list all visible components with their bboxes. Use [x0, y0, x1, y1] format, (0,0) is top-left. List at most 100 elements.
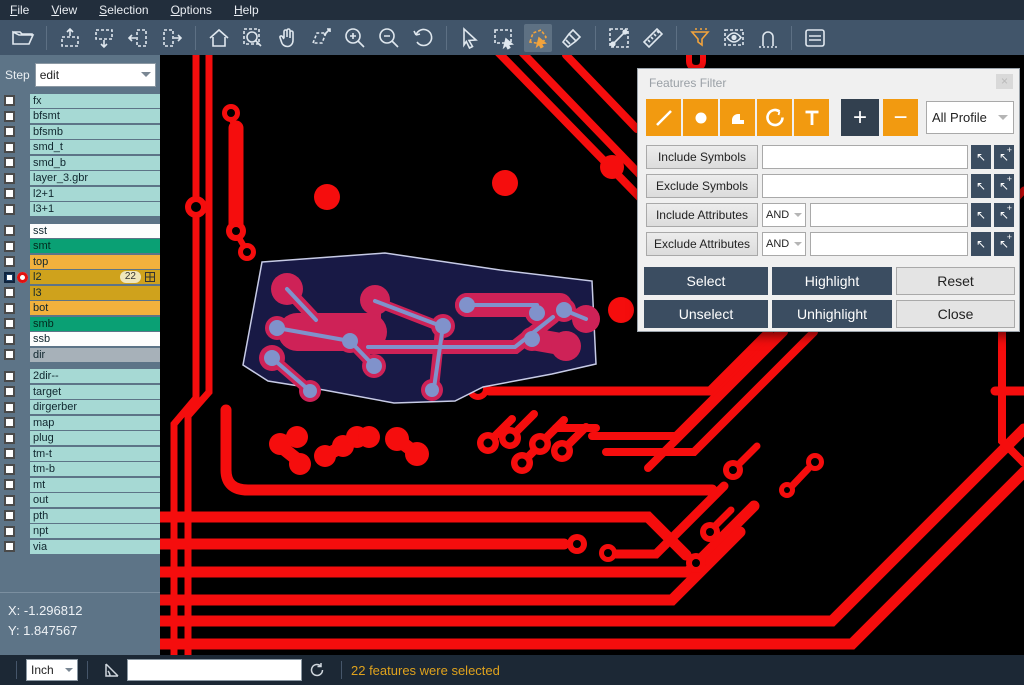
exclude-attributes-and-select[interactable]: AND [762, 232, 806, 256]
layer-checkbox[interactable] [4, 371, 15, 382]
pick-add-symbol-button[interactable]: ↖+ [994, 174, 1014, 198]
layer-checkbox[interactable] [4, 225, 15, 236]
layer-checkbox[interactable] [4, 479, 15, 490]
layer-row[interactable]: smd_b [0, 155, 160, 170]
zoom-polygon-icon[interactable] [307, 24, 335, 52]
snap-mode-icon[interactable] [754, 24, 782, 52]
layer-row[interactable]: sst [0, 223, 160, 238]
zoom-window-icon[interactable] [239, 24, 267, 52]
include-attributes-input[interactable] [810, 203, 968, 227]
layer-checkbox[interactable] [4, 433, 15, 444]
pick-symbol-button[interactable]: ↖ [971, 145, 991, 169]
pick-symbol-button[interactable]: ↖ [971, 174, 991, 198]
include-symbols-input[interactable] [762, 145, 968, 169]
layer-row[interactable]: npt [0, 524, 160, 539]
angle-measure-icon[interactable] [103, 661, 121, 679]
layer-checkbox[interactable] [4, 417, 15, 428]
filter-surface-button[interactable] [720, 99, 755, 136]
layer-row[interactable]: dir [0, 347, 160, 362]
layers-panel-icon[interactable] [801, 24, 829, 52]
layer-row[interactable]: out [0, 493, 160, 508]
pick-add-symbol-button[interactable]: ↖+ [994, 145, 1014, 169]
pick-add-attribute-button[interactable]: ↖+ [994, 203, 1014, 227]
layer-checkbox[interactable] [4, 95, 15, 106]
filter-add-button[interactable]: + [841, 99, 879, 136]
layer-row[interactable]: tm-t [0, 446, 160, 461]
filter-arc-button[interactable] [757, 99, 792, 136]
close-button[interactable]: Close [896, 300, 1015, 328]
layer-checkbox[interactable] [4, 334, 15, 345]
features-filter-icon[interactable] [686, 24, 714, 52]
layer-row[interactable]: layer_3.gbr [0, 171, 160, 186]
layer-checkbox[interactable] [4, 402, 15, 413]
layer-checkbox[interactable] [4, 526, 15, 537]
layer-checkbox[interactable] [4, 188, 15, 199]
layer-row[interactable]: via [0, 539, 160, 554]
reset-button[interactable]: Reset [896, 267, 1015, 295]
layer-checkbox[interactable] [4, 204, 15, 215]
layer-row[interactable]: ssb [0, 332, 160, 347]
layer-row[interactable]: plug [0, 431, 160, 446]
menu-file[interactable]: File [10, 3, 29, 17]
select-cursor-icon[interactable] [456, 24, 484, 52]
layer-row[interactable]: top [0, 254, 160, 269]
step-select[interactable]: edit [35, 63, 156, 87]
layer-row[interactable]: 2dir-- [0, 369, 160, 384]
exclude-symbols-button[interactable]: Exclude Symbols [646, 174, 758, 198]
layer-row[interactable]: l2+1 [0, 186, 160, 201]
layer-checkbox[interactable] [4, 510, 15, 521]
include-attributes-button[interactable]: Include Attributes [646, 203, 758, 227]
layer-row[interactable]: smt [0, 239, 160, 254]
layer-row[interactable]: bfsmb [0, 124, 160, 139]
layer-checkbox[interactable] [4, 318, 15, 329]
view-options-icon[interactable] [720, 24, 748, 52]
select-polygon-icon[interactable] [524, 24, 552, 52]
layer-checkbox[interactable] [4, 464, 15, 475]
layer-checkbox[interactable] [4, 142, 15, 153]
exclude-symbols-input[interactable] [762, 174, 968, 198]
pick-attribute-button[interactable]: ↖ [971, 232, 991, 256]
layer-checkbox[interactable] [4, 495, 15, 506]
menu-selection[interactable]: Selection [99, 3, 148, 17]
layer-row[interactable]: bfsmt [0, 109, 160, 124]
include-attributes-and-select[interactable]: AND [762, 203, 806, 227]
layer-checkbox[interactable] [4, 241, 15, 252]
pan-left-icon[interactable] [124, 24, 152, 52]
refresh-icon[interactable] [308, 661, 326, 679]
unselect-button[interactable]: Unselect [644, 300, 768, 328]
home-view-icon[interactable] [205, 24, 233, 52]
layer-checkbox[interactable] [4, 111, 15, 122]
open-file-icon[interactable] [9, 24, 37, 52]
layer-row[interactable]: dirgerber [0, 400, 160, 415]
layer-checkbox[interactable] [4, 256, 15, 267]
zoom-previous-icon[interactable] [409, 24, 437, 52]
exclude-attributes-input[interactable] [810, 232, 968, 256]
layer-row[interactable]: map [0, 415, 160, 430]
layer-row[interactable]: l3 [0, 285, 160, 300]
layer-row[interactable]: smd_t [0, 140, 160, 155]
layer-row[interactable]: bot [0, 301, 160, 316]
pan-down-icon[interactable] [90, 24, 118, 52]
menu-view[interactable]: View [51, 3, 77, 17]
layer-row[interactable]: pth [0, 508, 160, 523]
unit-select[interactable]: Inch [26, 659, 78, 681]
pan-up-icon[interactable] [56, 24, 84, 52]
close-icon[interactable]: × [996, 74, 1013, 89]
layer-row[interactable]: tm-b [0, 462, 160, 477]
clear-brush-icon[interactable] [558, 24, 586, 52]
layer-checkbox[interactable] [4, 541, 15, 552]
selection-polygon[interactable] [243, 253, 600, 403]
pan-right-icon[interactable] [158, 24, 186, 52]
profile-select[interactable]: All Profile [926, 101, 1014, 134]
menu-help[interactable]: Help [234, 3, 259, 17]
layer-checkbox[interactable] [4, 126, 15, 137]
layer-checkbox[interactable] [4, 157, 15, 168]
measure-line-icon[interactable] [605, 24, 633, 52]
layer-checkbox[interactable] [4, 386, 15, 397]
filter-pad-button[interactable] [683, 99, 718, 136]
zoom-out-icon[interactable] [375, 24, 403, 52]
select-button[interactable]: Select [644, 267, 768, 295]
layer-row[interactable]: smb [0, 316, 160, 331]
measure-ruler-icon[interactable] [639, 24, 667, 52]
exclude-attributes-button[interactable]: Exclude Attributes [646, 232, 758, 256]
